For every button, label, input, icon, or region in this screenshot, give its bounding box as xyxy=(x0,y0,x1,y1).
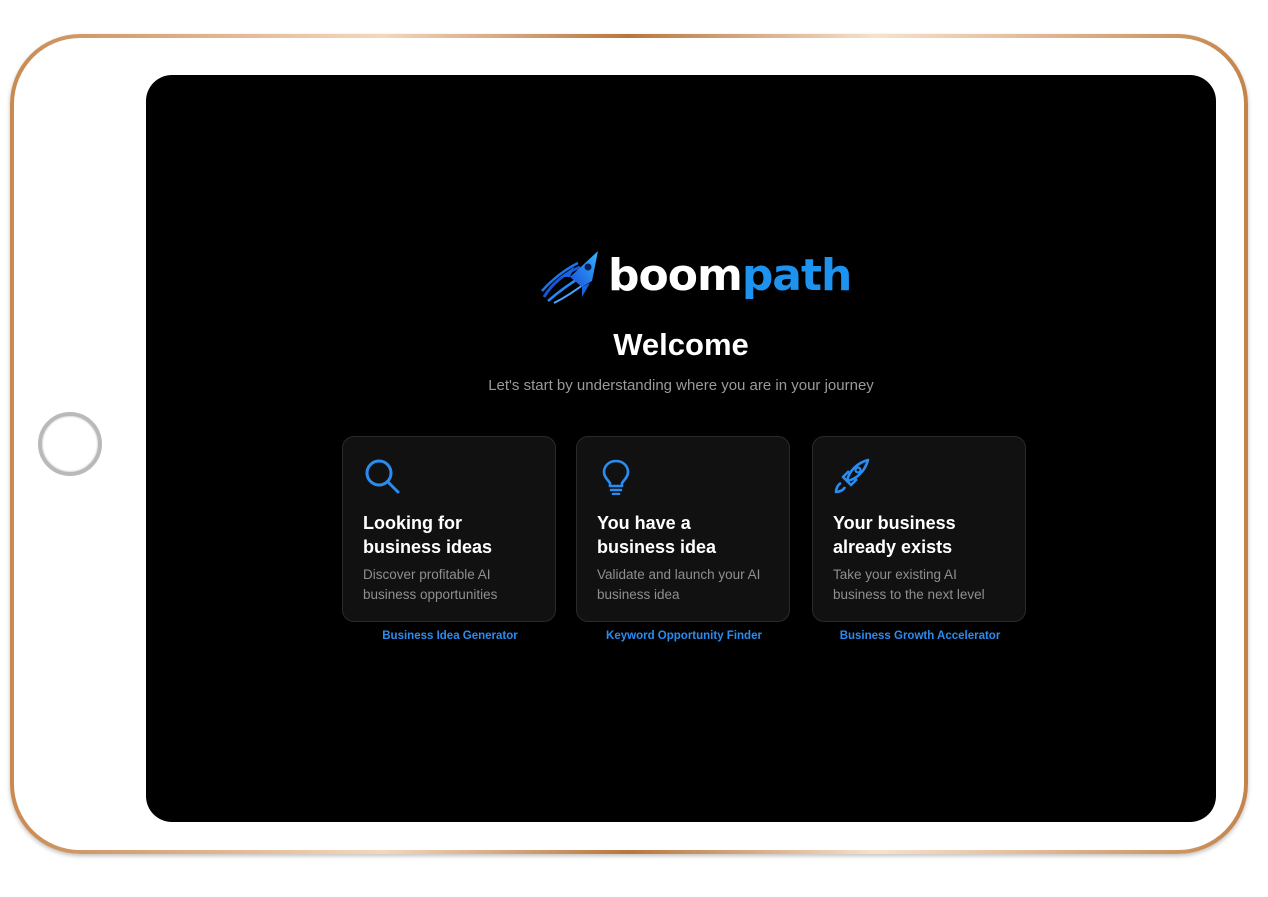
business-idea-generator-link[interactable]: Business Idea Generator xyxy=(342,630,558,642)
option-card-existing-business[interactable]: Your business already exists Take your e… xyxy=(812,436,1026,622)
app-screen: boompath Welcome Let's start by understa… xyxy=(146,75,1216,822)
card-desc-line2: business idea xyxy=(597,587,680,602)
card-title-line2: business idea xyxy=(597,537,717,557)
card-desc-line1: Take your existing AI xyxy=(833,567,957,582)
card-description: Take your existing AI business to the ne… xyxy=(833,565,1013,605)
journey-options: Looking for business ideas Discover prof… xyxy=(342,436,1032,656)
boompath-logo: boompath xyxy=(540,245,852,307)
option-card-looking-for-ideas[interactable]: Looking for business ideas Discover prof… xyxy=(342,436,556,622)
option-column-have-idea: You have a business idea Validate and la… xyxy=(576,436,792,642)
card-title: Looking for business ideas xyxy=(363,511,543,559)
card-desc-line1: Validate and launch your AI xyxy=(597,567,761,582)
card-title-line2: already exists xyxy=(833,537,953,557)
keyword-opportunity-finder-link[interactable]: Keyword Opportunity Finder xyxy=(576,630,792,642)
rocket-logo-icon xyxy=(541,251,598,304)
card-title: Your business already exists xyxy=(833,511,1013,559)
card-title-line2: business ideas xyxy=(363,537,493,557)
card-desc-line2: business opportunities xyxy=(363,587,498,602)
search-icon xyxy=(365,459,400,494)
card-title-line1: Looking for xyxy=(363,513,462,533)
brand-wordmark: boompath xyxy=(608,245,853,307)
lightbulb-icon xyxy=(602,459,630,495)
card-desc-line1: Discover profitable AI xyxy=(363,567,491,582)
rocket-icon xyxy=(834,458,870,494)
option-card-have-idea[interactable]: You have a business idea Validate and la… xyxy=(576,436,790,622)
card-desc-line2: business to the next level xyxy=(833,587,985,602)
option-column-existing-business: Your business already exists Take your e… xyxy=(812,436,1028,642)
card-description: Discover profitable AI business opportun… xyxy=(363,565,543,605)
welcome-title: Welcome xyxy=(613,327,749,362)
card-title-line1: Your business xyxy=(833,513,956,533)
card-title-line1: You have a xyxy=(597,513,691,533)
option-column-ideas: Looking for business ideas Discover prof… xyxy=(342,436,558,642)
business-growth-accelerator-link[interactable]: Business Growth Accelerator xyxy=(812,630,1028,642)
card-description: Validate and launch your AI business ide… xyxy=(597,565,777,605)
welcome-subtitle: Let's start by understanding where you a… xyxy=(488,377,874,394)
device-mockup: boompath Welcome Let's start by understa… xyxy=(0,0,1268,897)
brand-name-part1: boom xyxy=(608,250,743,301)
home-button[interactable] xyxy=(38,412,102,476)
brand-name-part2: path xyxy=(741,250,853,301)
card-title: You have a business idea xyxy=(597,511,777,559)
